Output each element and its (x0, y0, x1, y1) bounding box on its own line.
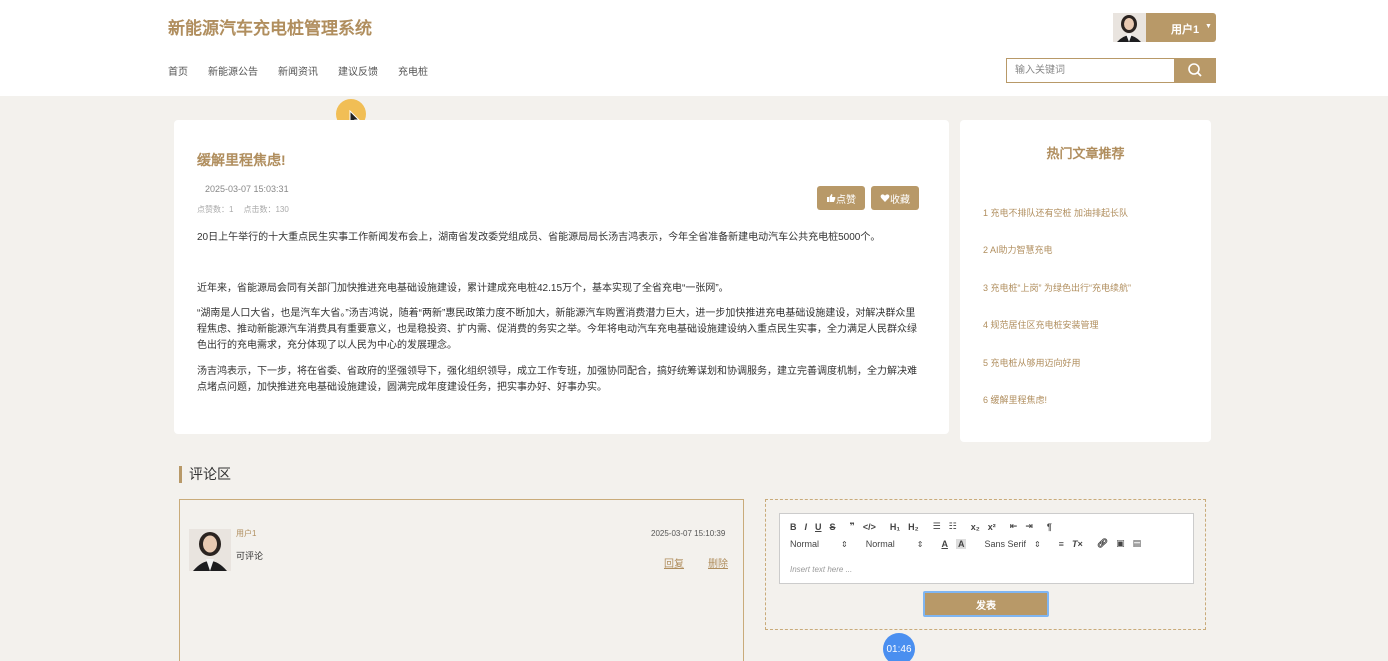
text-direction-icon[interactable]: ¶ (1047, 522, 1052, 532)
hot-article-item[interactable]: 3 充电桩“上岗” 为绿色出行“充电续航” (983, 281, 1131, 294)
article-stats: 点赞数：1 点击数：130 (197, 204, 289, 215)
video-icon[interactable]: ▤ (1133, 538, 1142, 549)
italic-icon[interactable]: I (805, 522, 808, 532)
clear-format-icon[interactable]: T× (1072, 539, 1083, 549)
like-button-label: 点赞 (836, 194, 856, 206)
nav-home[interactable]: 首页 (168, 63, 188, 78)
editor-text-area[interactable]: Insert text here ... (779, 556, 1194, 584)
recording-timer: 01:46 (883, 633, 915, 661)
code-icon[interactable]: </> (863, 522, 876, 532)
main-nav: 首页 新能源公告 新闻资讯 建议反馈 充电桩 (168, 63, 428, 78)
thumbs-up-icon (827, 194, 836, 202)
comment-avatar (189, 529, 231, 571)
hot-article-item[interactable]: 1 充电不排队还有空桩 加油排起长队 (983, 206, 1128, 219)
background-color-icon[interactable]: A (955, 538, 967, 549)
comment-section-title: 评论区 (179, 466, 231, 483)
favorite-button[interactable]: 收藏 (871, 186, 919, 210)
outdent-icon[interactable]: ⇤ (1010, 521, 1018, 532)
strikethrough-icon[interactable]: S (830, 522, 836, 532)
reply-link[interactable]: 回复 (664, 555, 684, 570)
nav-announcements[interactable]: 新能源公告 (208, 63, 258, 78)
user-name: 用户1 (1171, 24, 1200, 36)
align-icon[interactable]: ≡ (1059, 539, 1064, 549)
hot-article-item[interactable]: 4 规范居住区充电桩安装管理 (983, 318, 1099, 331)
nav-charging-piles[interactable]: 充电桩 (398, 63, 428, 78)
search-input[interactable] (1006, 58, 1175, 83)
heading2-icon[interactable]: H₂ (908, 522, 919, 532)
ordered-list-icon[interactable]: ☰ (933, 521, 941, 532)
image-icon[interactable]: ▣ (1116, 538, 1125, 549)
heading1-icon[interactable]: H₁ (890, 522, 900, 532)
heart-icon (880, 194, 890, 202)
article-paragraph: 20日上午举行的十大重点民生实事工作新闻发布会上，湖南省发改委党组成员、省能源局… (197, 232, 881, 243)
search-bar (1006, 58, 1216, 83)
article-date: 2025-03-07 15:03:31 (205, 184, 289, 194)
comment-editor: B I U S ❞ </> H₁ H₂ ☰ ☷ x₂ x² ⇤ ⇥ ¶ Norm… (765, 499, 1206, 630)
article-paragraph: 近年来，省能源局会同有关部门加快推进充电基础设施建设，累计建成充电桩42.15万… (197, 283, 729, 294)
search-icon (1188, 63, 1202, 77)
comment-time: 2025-03-07 15:10:39 (651, 529, 726, 538)
editor-toolbar: B I U S ❞ </> H₁ H₂ ☰ ☷ x₂ x² ⇤ ⇥ ¶ Norm… (779, 513, 1194, 557)
article-card: 缓解里程焦虑! 2025-03-07 15:03:31 点赞数：1 点击数：13… (174, 120, 949, 434)
delete-link[interactable]: 删除 (708, 555, 728, 570)
site-title: 新能源汽车充电桩管理系统 (168, 19, 372, 38)
like-count: 点赞数：1 (197, 205, 234, 214)
subscript-icon[interactable]: x₂ (971, 522, 980, 532)
hot-article-item[interactable]: 5 充电桩从够用迈向好用 (983, 356, 1081, 369)
chevron-down-icon: ▼ (1205, 23, 1212, 30)
bold-icon[interactable]: B (790, 522, 797, 532)
format-select[interactable]: Normal ⇕ (790, 539, 848, 549)
link-icon[interactable]: 🔗︎ (1097, 538, 1108, 549)
indent-icon[interactable]: ⇥ (1025, 521, 1033, 532)
comment-text: 可评论 (236, 551, 264, 561)
header: 新能源汽车充电桩管理系统 首页 新能源公告 新闻资讯 建议反馈 充电桩 用户1 … (0, 0, 1388, 96)
hot-articles-panel: 热门文章推荐 1 充电不排队还有空桩 加油排起长队 2 AI助力智慧充电 3 充… (960, 120, 1211, 442)
comment-user: 用户1 (236, 529, 257, 538)
underline-icon[interactable]: U (815, 522, 822, 532)
bullet-list-icon[interactable]: ☷ (949, 521, 957, 532)
user-menu[interactable]: 用户1 ▼ (1113, 13, 1216, 42)
article-title: 缓解里程焦虑! (197, 152, 286, 168)
favorite-button-label: 收藏 (890, 194, 910, 206)
article-paragraph: 汤吉鸿表示，下一步，将在省委、省政府的坚强领导下，强化组织领导，成立工作专班，加… (197, 366, 917, 393)
blockquote-icon[interactable]: ❞ (850, 521, 855, 532)
nav-feedback[interactable]: 建议反馈 (338, 63, 378, 78)
size-select[interactable]: Normal ⇕ (866, 539, 924, 549)
editor-placeholder: Insert text here ... (790, 565, 853, 574)
click-count: 点击数：130 (243, 205, 289, 214)
font-color-icon[interactable]: A (941, 539, 948, 549)
submit-comment-button[interactable]: 发表 (923, 591, 1049, 617)
like-button[interactable]: 点赞 (817, 186, 865, 210)
user-avatar (1113, 13, 1146, 42)
nav-news[interactable]: 新闻资讯 (278, 63, 318, 78)
hot-article-item[interactable]: 2 AI助力智慧充电 (983, 243, 1053, 256)
article-paragraph: “湖南是人口大省，也是汽车大省。”汤吉鸿说，随着“两新”惠民政策力度不断加大，新… (197, 308, 917, 351)
superscript-icon[interactable]: x² (988, 522, 996, 532)
comment-list: 用户1 可评论 2025-03-07 15:10:39 回复 删除 (179, 499, 744, 661)
hot-articles-title: 热门文章推荐 (1046, 146, 1125, 161)
font-select[interactable]: Sans Serif ⇕ (984, 539, 1040, 549)
search-button[interactable] (1175, 58, 1216, 83)
hot-article-item[interactable]: 6 缓解里程焦虑! (983, 393, 1047, 406)
